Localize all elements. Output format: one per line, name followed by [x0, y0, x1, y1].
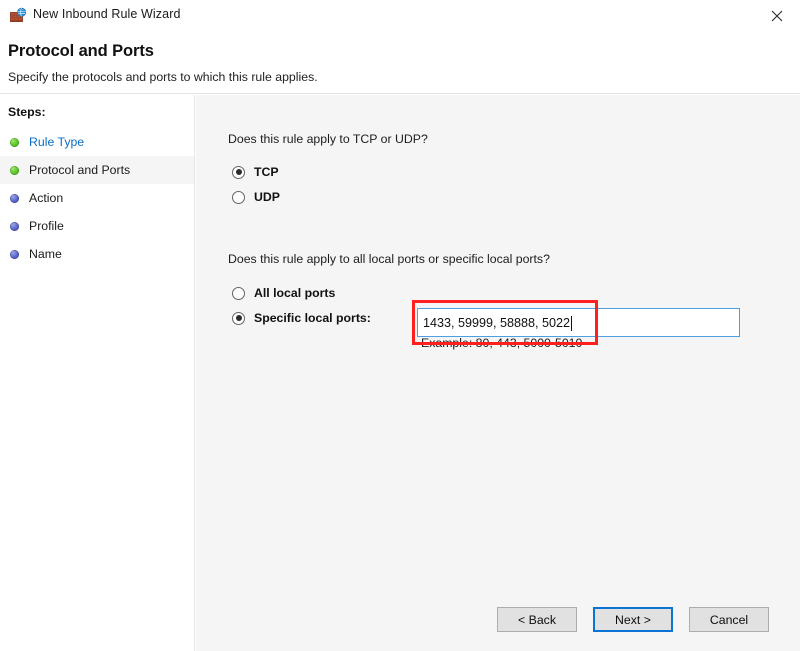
sidebar-item-rule-type[interactable]: Rule Type — [0, 128, 194, 156]
sidebar-item-label: Name — [29, 247, 62, 261]
sidebar-item-protocol-and-ports[interactable]: Protocol and Ports — [0, 156, 194, 184]
radio-tcp-indicator[interactable] — [232, 166, 245, 179]
steps-list: Rule Type Protocol and Ports Action Prof… — [0, 128, 194, 268]
page-header: Protocol and Ports Specify the protocols… — [0, 32, 800, 94]
content-panel — [196, 95, 800, 651]
text-caret — [571, 316, 572, 331]
sidebar-item-label: Protocol and Ports — [29, 163, 130, 177]
radio-all-local-ports-indicator[interactable] — [232, 287, 245, 300]
radio-option-udp[interactable]: UDP — [232, 190, 280, 204]
radio-option-label: UDP — [254, 190, 280, 204]
radio-option-label: All local ports — [254, 286, 335, 300]
sidebar-item-profile[interactable]: Profile — [0, 212, 194, 240]
next-button[interactable]: Next > — [593, 607, 673, 632]
page-subtitle: Specify the protocols and ports to which… — [8, 70, 318, 84]
sidebar-item-name[interactable]: Name — [0, 240, 194, 268]
radio-option-label: TCP — [254, 165, 279, 179]
back-button[interactable]: < Back — [497, 607, 577, 632]
sidebar-item-label: Rule Type — [29, 135, 84, 149]
radio-udp-indicator[interactable] — [232, 191, 245, 204]
sidebar-item-label: Profile — [29, 219, 64, 233]
steps-label: Steps: — [8, 105, 46, 119]
radio-option-all-local-ports[interactable]: All local ports — [232, 286, 335, 300]
title-bar: New Inbound Rule Wizard — [0, 0, 800, 32]
firewall-globe-icon — [9, 7, 27, 25]
specific-ports-value: 1433, 59999, 58888, 5022 — [423, 316, 570, 330]
ports-example-hint: Example: 80, 443, 5000-5010 — [421, 336, 582, 350]
steps-sidebar: Steps: Rule Type Protocol and Ports Acti… — [0, 95, 195, 651]
sidebar-item-label: Action — [29, 191, 63, 205]
radio-option-tcp[interactable]: TCP — [232, 165, 279, 179]
step-status-bullet-icon — [10, 222, 19, 231]
step-status-bullet-icon — [10, 194, 19, 203]
close-icon[interactable] — [754, 0, 800, 31]
window-title: New Inbound Rule Wizard — [33, 7, 181, 21]
protocol-question-label: Does this rule apply to TCP or UDP? — [228, 132, 428, 146]
specific-ports-input[interactable]: 1433, 59999, 58888, 5022 — [417, 308, 740, 337]
radio-specific-local-ports-indicator[interactable] — [232, 312, 245, 325]
sidebar-item-action[interactable]: Action — [0, 184, 194, 212]
step-status-bullet-icon — [10, 166, 19, 175]
radio-option-specific-local-ports[interactable]: Specific local ports: — [232, 311, 371, 325]
cancel-button[interactable]: Cancel — [689, 607, 769, 632]
step-status-bullet-icon — [10, 138, 19, 147]
radio-option-label: Specific local ports: — [254, 311, 371, 325]
step-status-bullet-icon — [10, 250, 19, 259]
ports-question-label: Does this rule apply to all local ports … — [228, 252, 550, 266]
new-inbound-rule-wizard-window: New Inbound Rule Wizard Protocol and Por… — [0, 0, 800, 651]
page-title: Protocol and Ports — [8, 42, 154, 61]
